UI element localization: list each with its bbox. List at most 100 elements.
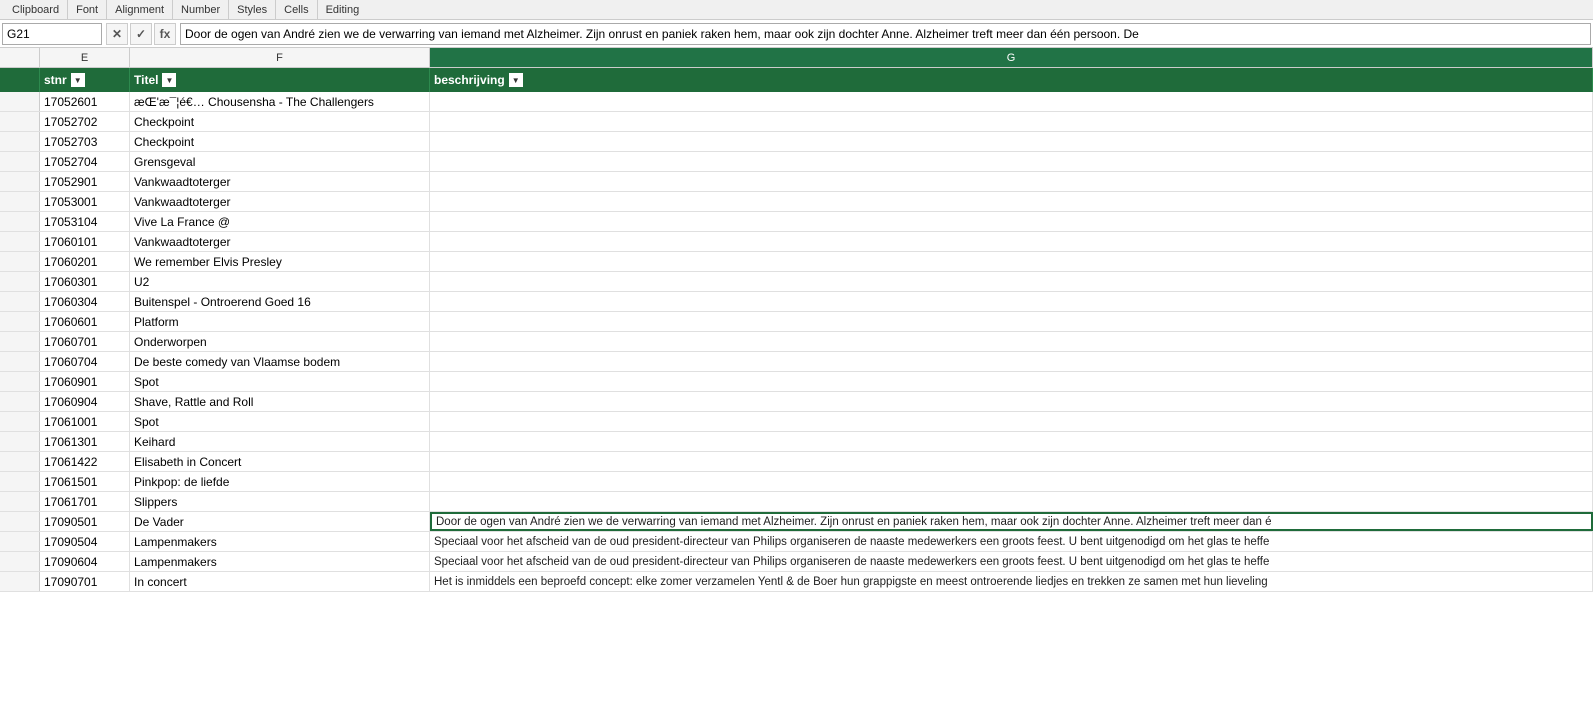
cell-titel[interactable]: De Vader [130, 512, 430, 531]
cell-beschrijving[interactable] [430, 352, 1593, 371]
col-header-e: E [40, 48, 130, 67]
cell-titel[interactable]: Lampenmakers [130, 552, 430, 571]
cell-stnr[interactable]: 17061501 [40, 472, 130, 491]
cell-titel[interactable]: Checkpoint [130, 132, 430, 151]
table-row: 17052702 Checkpoint [0, 112, 1593, 132]
cell-beschrijving[interactable] [430, 452, 1593, 471]
cell-stnr[interactable]: 17060201 [40, 252, 130, 271]
cell-beschrijving[interactable] [430, 252, 1593, 271]
cell-beschrijving[interactable]: Door de ogen van André zien we de verwar… [430, 512, 1593, 531]
cell-stnr[interactable]: 17060704 [40, 352, 130, 371]
filter-btn-titel[interactable]: ▼ [162, 73, 176, 87]
cell-titel[interactable]: Vive La France @ [130, 212, 430, 231]
cell-stnr[interactable]: 17060101 [40, 232, 130, 251]
cell-titel[interactable]: Buitenspel - Ontroerend Goed 16 [130, 292, 430, 311]
cell-beschrijving[interactable] [430, 412, 1593, 431]
cell-stnr[interactable]: 17090501 [40, 512, 130, 531]
cell-stnr[interactable]: 17060701 [40, 332, 130, 351]
row-number [0, 252, 40, 271]
row-number [0, 92, 40, 111]
cell-titel[interactable]: Lampenmakers [130, 532, 430, 551]
cell-beschrijving[interactable] [430, 212, 1593, 231]
row-number [0, 192, 40, 211]
cell-stnr[interactable]: 17090604 [40, 552, 130, 571]
cancel-button[interactable]: ✕ [106, 23, 128, 45]
cell-stnr[interactable]: 17060304 [40, 292, 130, 311]
cell-beschrijving[interactable] [430, 432, 1593, 451]
cell-stnr[interactable]: 17061301 [40, 432, 130, 451]
cell-titel[interactable]: Vankwaadtoterger [130, 192, 430, 211]
cell-titel[interactable]: Shave, Rattle and Roll [130, 392, 430, 411]
cell-titel[interactable]: Slippers [130, 492, 430, 511]
cell-stnr[interactable]: 17060904 [40, 392, 130, 411]
cell-stnr[interactable]: 17053001 [40, 192, 130, 211]
ribbon-alignment-label: Alignment [115, 4, 164, 16]
cell-stnr[interactable]: 17052901 [40, 172, 130, 191]
confirm-button[interactable]: ✓ [130, 23, 152, 45]
cell-beschrijving[interactable]: Speciaal voor het afscheid van de oud pr… [430, 532, 1593, 551]
cell-beschrijving[interactable] [430, 272, 1593, 291]
cell-titel[interactable]: Grensgeval [130, 152, 430, 171]
cell-titel[interactable]: Spot [130, 372, 430, 391]
table-row: 17061501 Pinkpop: de liefde [0, 472, 1593, 492]
cell-titel[interactable]: Platform [130, 312, 430, 331]
cell-beschrijving[interactable] [430, 312, 1593, 331]
cell-stnr[interactable]: 17060901 [40, 372, 130, 391]
row-number [0, 132, 40, 151]
cell-titel[interactable]: We remember Elvis Presley [130, 252, 430, 271]
cell-beschrijving[interactable] [430, 112, 1593, 131]
cell-beschrijving[interactable] [430, 292, 1593, 311]
cell-titel[interactable]: Vankwaadtoterger [130, 232, 430, 251]
cell-stnr[interactable]: 17052601 [40, 92, 130, 111]
cell-titel[interactable]: Pinkpop: de liefde [130, 472, 430, 491]
table-row: 17061701 Slippers [0, 492, 1593, 512]
row-number [0, 492, 40, 511]
cell-stnr[interactable]: 17061701 [40, 492, 130, 511]
cell-stnr[interactable]: 17061001 [40, 412, 130, 431]
cell-stnr[interactable]: 17053104 [40, 212, 130, 231]
function-button[interactable]: fx [154, 23, 176, 45]
cell-titel[interactable]: Keihard [130, 432, 430, 451]
cell-beschrijving[interactable]: Speciaal voor het afscheid van de oud pr… [430, 552, 1593, 571]
ribbon-editing: Editing [318, 0, 368, 19]
cell-stnr[interactable]: 17060301 [40, 272, 130, 291]
name-box[interactable] [2, 23, 102, 45]
cell-beschrijving[interactable] [430, 372, 1593, 391]
cell-titel[interactable]: In concert [130, 572, 430, 591]
cell-titel[interactable]: Spot [130, 412, 430, 431]
cell-stnr[interactable]: 17052704 [40, 152, 130, 171]
cell-beschrijving[interactable] [430, 232, 1593, 251]
cell-beschrijving[interactable]: Het is inmiddels een beproefd concept: e… [430, 572, 1593, 591]
formula-input[interactable] [180, 23, 1591, 45]
table-row: 17052601 æŒ'æ¯¦é€… Chousensha - The Chal… [0, 92, 1593, 112]
cell-titel[interactable]: Checkpoint [130, 112, 430, 131]
cell-stnr[interactable]: 17090701 [40, 572, 130, 591]
cell-beschrijving[interactable] [430, 472, 1593, 491]
col-header-g: G [430, 48, 1593, 67]
cell-titel[interactable]: æŒ'æ¯¦é€… Chousensha - The Challengers [130, 92, 430, 111]
cell-stnr[interactable]: 17090504 [40, 532, 130, 551]
cell-titel[interactable]: Vankwaadtoterger [130, 172, 430, 191]
cell-stnr[interactable]: 17052702 [40, 112, 130, 131]
cell-beschrijving[interactable] [430, 172, 1593, 191]
cell-stnr[interactable]: 17060601 [40, 312, 130, 331]
table-row: 17060301 U2 [0, 272, 1593, 292]
data-area: 17052601 æŒ'æ¯¦é€… Chousensha - The Chal… [0, 92, 1593, 714]
cell-titel[interactable]: U2 [130, 272, 430, 291]
cell-beschrijving[interactable] [430, 392, 1593, 411]
filter-btn-beschrijving[interactable]: ▼ [509, 73, 523, 87]
ribbon-alignment: Alignment [107, 0, 173, 19]
cell-beschrijving[interactable] [430, 92, 1593, 111]
table-row: 17061001 Spot [0, 412, 1593, 432]
cell-stnr[interactable]: 17061422 [40, 452, 130, 471]
cell-titel[interactable]: De beste comedy van Vlaamse bodem [130, 352, 430, 371]
cell-beschrijving[interactable] [430, 192, 1593, 211]
cell-beschrijving[interactable] [430, 152, 1593, 171]
cell-beschrijving[interactable] [430, 332, 1593, 351]
cell-beschrijving[interactable] [430, 132, 1593, 151]
cell-beschrijving[interactable] [430, 492, 1593, 511]
filter-btn-stnr[interactable]: ▼ [71, 73, 85, 87]
cell-stnr[interactable]: 17052703 [40, 132, 130, 151]
cell-titel[interactable]: Elisabeth in Concert [130, 452, 430, 471]
cell-titel[interactable]: Onderworpen [130, 332, 430, 351]
